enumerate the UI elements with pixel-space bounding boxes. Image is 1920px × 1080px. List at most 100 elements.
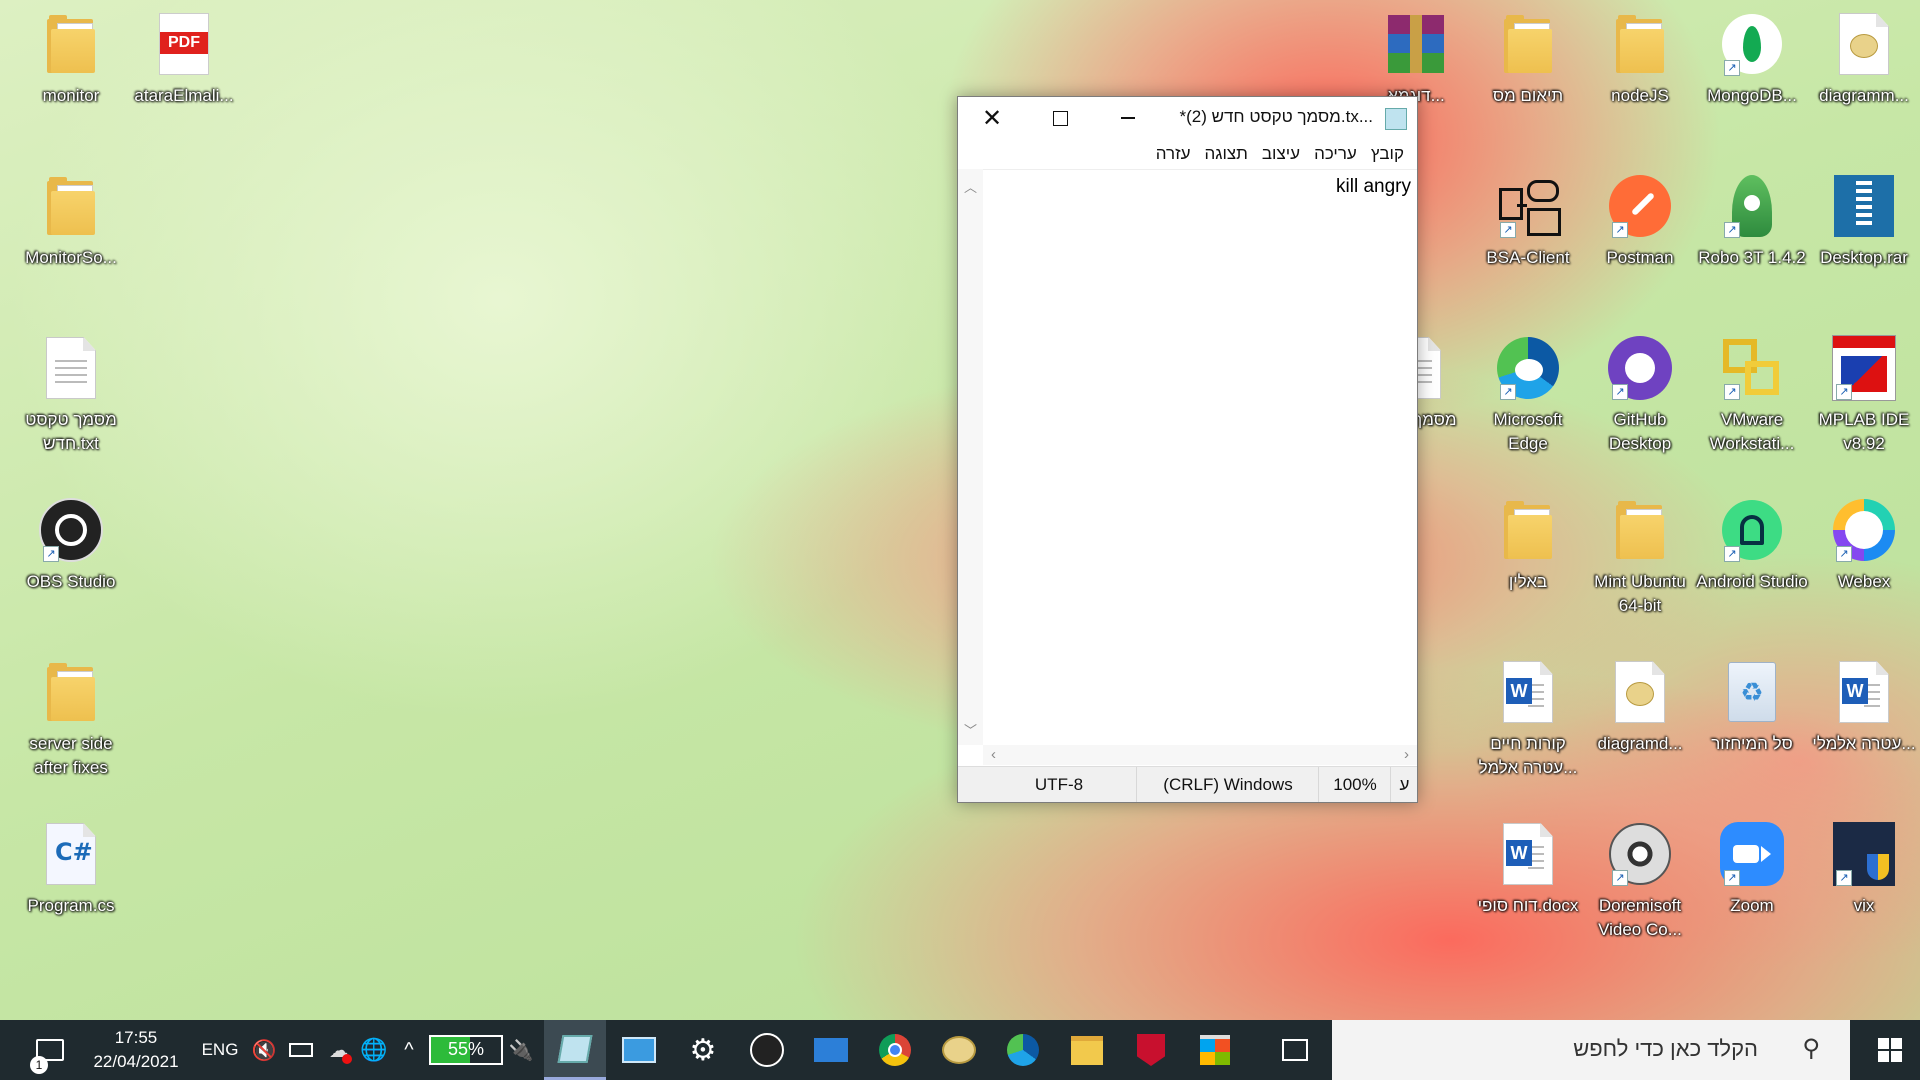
language-indicator[interactable]: ENG [198, 1020, 242, 1080]
status-encoding: UTF-8 [1034, 775, 1084, 794]
desktop-icon-recycle-bin[interactable]: ♻ סל המיחזור [1696, 660, 1808, 756]
desktop-icon-zoom[interactable]: ↗ Zoom [1696, 822, 1808, 918]
desktop-icon-final-report[interactable]: W דוח סופי.docx [1472, 822, 1584, 918]
power-plug-button[interactable]: 🔌 [506, 1020, 536, 1080]
search-box[interactable]: הקלד כאן כדי לחפש ⚲ [1332, 1020, 1850, 1080]
show-hidden-icons-button[interactable]: ^ [394, 1020, 424, 1080]
paint-palette-icon [942, 1036, 976, 1064]
robo3t-rocket-icon: ↗ [1720, 174, 1784, 238]
menu-edit[interactable]: עריכה [1307, 139, 1364, 169]
desktop-icon-label: Doremisoft Video Co... [1598, 896, 1682, 939]
battery-icon [289, 1043, 313, 1057]
folder-icon [1608, 12, 1672, 76]
desktop-icon-label: סל המיחזור [1711, 734, 1793, 753]
obs-studio-icon: ↗ [39, 498, 103, 562]
taskbar-app-paint[interactable] [928, 1020, 990, 1080]
desktop-icon-cv-word[interactable]: W קורות חיים עטרה אלמל... [1472, 660, 1584, 780]
desktop-icon-diagramd[interactable]: diagramd... [1584, 660, 1696, 756]
mongodb-leaf-icon: ↗ [1720, 12, 1784, 76]
desktop-icon-tiyum-mas[interactable]: תיאום מס [1472, 12, 1584, 108]
menu-file[interactable]: קובץ [1364, 139, 1411, 169]
notification-center-button[interactable]: 1 [20, 1020, 80, 1080]
desktop-icon-monitor[interactable]: monitor [15, 12, 127, 108]
android-studio-icon: ↗ [1720, 498, 1784, 562]
desktop-icon-server-side[interactable]: server side after fixes [15, 660, 127, 780]
horizontal-scrollbar[interactable]: ‹ › [983, 745, 1417, 765]
desktop-icon-desktop-rar[interactable]: Desktop.rar [1808, 174, 1920, 270]
menu-view[interactable]: תצוגה [1198, 139, 1255, 169]
desktop-icon-label: MPLAB IDE v8.92 [1818, 410, 1910, 453]
desktop-icon-monitorso[interactable]: MonitorSo... [15, 174, 127, 270]
battery-saver-button[interactable] [284, 1020, 318, 1080]
onedrive-button[interactable]: ☁ [322, 1020, 356, 1080]
task-view-button[interactable] [1264, 1020, 1326, 1080]
desktop-icon-atara-word[interactable]: W עטרה אלמלי... [1808, 660, 1920, 756]
folder-icon [39, 12, 103, 76]
volume-muted-button[interactable]: 🔇 [248, 1020, 280, 1080]
taskbar-app-notepad[interactable] [544, 1020, 606, 1080]
battery-meter[interactable]: 55% [428, 1020, 504, 1080]
notepad-window[interactable]: ✕ *מסמך טקסט חדש (2).tx... קובץ עריכה עי… [957, 96, 1418, 803]
taskbar-app-settings[interactable]: ⚙ [672, 1020, 734, 1080]
mail-icon [814, 1038, 848, 1062]
taskbar-app-control-panel[interactable] [608, 1020, 670, 1080]
taskbar-app-file-explorer[interactable] [1056, 1020, 1118, 1080]
desktop-icon-bsa-client[interactable]: ↗ BSA-Client [1472, 174, 1584, 270]
desktop-icon-label: nodeJS [1611, 86, 1669, 105]
desktop-icon-label: עטרה אלמלי... [1812, 734, 1916, 753]
desktop-icon-diagram[interactable]: diagramm... [1808, 12, 1920, 108]
desktop-icon-pdf[interactable]: PDF ataraElmali... [128, 12, 240, 108]
title-bar[interactable]: ✕ *מסמך טקסט חדש (2).tx... [958, 97, 1417, 139]
desktop-icon-label: Program.cs [27, 896, 115, 915]
network-button[interactable]: 🌐 [356, 1020, 392, 1080]
start-button[interactable] [1860, 1020, 1920, 1080]
desktop-icon-android-studio[interactable]: ↗ Android Studio [1696, 498, 1808, 594]
vertical-scrollbar[interactable]: ︿ ﹀ [958, 169, 983, 745]
shortcut-arrow-icon: ↗ [1836, 870, 1852, 886]
desktop-icon-edge[interactable]: ↗ Microsoft Edge [1472, 336, 1584, 456]
desktop-icon-obs[interactable]: ↗ OBS Studio [15, 498, 127, 594]
minimize-button[interactable] [1094, 97, 1162, 139]
scroll-down-icon[interactable]: ﹀ [964, 720, 977, 739]
speaker-muted-icon: 🔇 [251, 1039, 277, 1062]
language-label: ENG [201, 1040, 239, 1059]
desktop-icon-label: Android Studio [1696, 572, 1808, 591]
taskbar-app-obs[interactable] [736, 1020, 798, 1080]
status-line-ending: (CRLF) Windows [1136, 767, 1319, 802]
maximize-button[interactable] [1026, 97, 1094, 139]
clock[interactable]: 17:55 22/04/2021 [86, 1020, 186, 1080]
taskbar-app-chrome[interactable] [864, 1020, 926, 1080]
desktop-icon-label: Webex [1837, 572, 1891, 591]
taskbar-app-mail[interactable] [800, 1020, 862, 1080]
desktop-icon-mint-ubuntu[interactable]: Mint Ubuntu 64-bit [1584, 498, 1696, 618]
taskbar-app-edge[interactable] [992, 1020, 1054, 1080]
desktop-icon-github-desktop[interactable]: ↗ GitHub Desktop [1584, 336, 1696, 456]
close-button[interactable]: ✕ [958, 97, 1026, 139]
menu-format[interactable]: עיצוב [1255, 139, 1307, 169]
desktop-icon-mplab[interactable]: ↗ MPLAB IDE v8.92 [1808, 335, 1920, 456]
shortcut-arrow-icon: ↗ [1500, 384, 1516, 400]
taskbar-app-store[interactable] [1184, 1020, 1246, 1080]
scroll-left-icon[interactable]: ‹ [991, 746, 996, 763]
scroll-up-icon[interactable]: ︿ [964, 177, 977, 196]
desktop-icon-winrar-archive[interactable]: דוגמא... [1360, 12, 1472, 108]
desktop-icon-webex[interactable]: ↗ Webex [1808, 498, 1920, 594]
desktop-icon-robo3t[interactable]: ↗ Robo 3T 1.4.2 [1696, 174, 1808, 270]
text-editor-area[interactable]: kill angry [983, 169, 1417, 746]
status-direction: ע [1390, 767, 1418, 802]
desktop-icon-doremisoft[interactable]: ↗ Doremisoft Video Co... [1584, 822, 1696, 942]
taskbar-app-mcafee[interactable] [1120, 1020, 1182, 1080]
windows-logo-icon [1878, 1038, 1902, 1062]
close-icon: ✕ [981, 104, 1003, 132]
scroll-right-icon[interactable]: › [1404, 746, 1409, 763]
desktop-icon-balin[interactable]: באלין [1472, 498, 1584, 594]
desktop-icon-textfile[interactable]: מסמך טקסט חדש.txt [15, 336, 127, 456]
desktop-icon-program-cs[interactable]: C# Program.cs [15, 822, 127, 918]
menu-help[interactable]: עזרה [1149, 139, 1198, 169]
desktop-icon-nodejs[interactable]: nodeJS [1584, 12, 1696, 108]
minimize-icon [1121, 117, 1135, 119]
desktop-icon-vmware[interactable]: ↗ VMware Workstati... [1696, 336, 1808, 456]
desktop-icon-mongodb[interactable]: ↗ MongoDB... [1696, 12, 1808, 108]
desktop-icon-postman[interactable]: ↗ Postman [1584, 174, 1696, 270]
desktop-icon-vix[interactable]: ↗ vix [1808, 822, 1920, 918]
